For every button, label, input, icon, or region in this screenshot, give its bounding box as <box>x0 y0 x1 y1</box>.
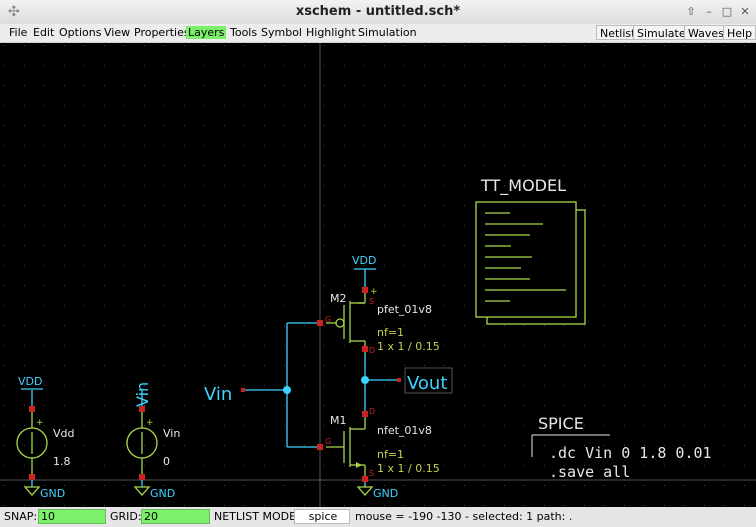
nmos-pin-d: D <box>369 407 375 416</box>
simulate-button[interactable]: Simulate <box>633 25 690 40</box>
title-bar: ✣ xschem - untitled.sch* ⇧ – □ ✕ <box>0 0 756 25</box>
menu-edit[interactable]: Edit <box>31 26 56 39</box>
status-bar: SNAP: 10 GRID: 20 NETLIST MODE: spice mo… <box>0 507 756 527</box>
nmos-dims: 1 x 1 / 0.15 <box>377 462 440 475</box>
svg-text:VDD: VDD <box>352 254 376 267</box>
status-info: mouse = -190 -130 - selected: 1 path: . <box>355 510 573 523</box>
vin-source-net: Vin <box>133 382 152 407</box>
nmos-nf: nf=1 <box>377 448 404 461</box>
menu-view[interactable]: View <box>102 26 132 39</box>
svg-text:GND: GND <box>150 487 175 500</box>
snap-input[interactable]: 10 <box>38 509 106 524</box>
nmos-pin-g: G <box>325 437 331 446</box>
vdd-net-label[interactable]: VDD <box>352 254 376 270</box>
vin-source-name: Vin <box>163 427 180 440</box>
menu-file[interactable]: File <box>7 26 29 39</box>
pmos-name: M2 <box>330 292 347 305</box>
pmos-pin-s: S <box>369 297 374 306</box>
svg-text:+: + <box>146 418 154 428</box>
menu-properties[interactable]: Properties <box>132 26 192 39</box>
junction-vout <box>361 376 369 384</box>
nmos-model: nfet_01v8 <box>377 424 432 437</box>
pmos-model: pfet_01v8 <box>377 303 432 316</box>
pmos-nf: nf=1 <box>377 326 404 339</box>
junction-vin <box>283 386 291 394</box>
netlist-mode-select[interactable]: spice <box>294 509 350 524</box>
svg-text:GND: GND <box>40 487 65 500</box>
menu-layers[interactable]: Layers <box>186 26 227 39</box>
vdd-source-net: VDD <box>18 375 42 388</box>
pmos-plus: + <box>370 287 378 297</box>
vdd-source-value: 1.8 <box>53 455 71 468</box>
grid-input[interactable]: 20 <box>141 509 210 524</box>
close-icon[interactable]: ✕ <box>738 5 752 19</box>
snap-label: SNAP: <box>4 510 38 523</box>
window-title: xschem - untitled.sch* <box>295 4 461 19</box>
spice-title: SPICE <box>538 414 584 433</box>
grid-label: GRID: <box>110 510 142 523</box>
svg-text:Vout: Vout <box>407 373 447 394</box>
spice-line-1: .dc Vin 0 1.8 0.01 <box>549 444 712 462</box>
menu-symbol[interactable]: Symbol <box>259 26 304 39</box>
schematic-canvas[interactable]: M2 pfet_01v8 nf=1 1 x 1 / 0.15 S G D + V… <box>0 43 756 507</box>
nmos-pin-s: S <box>369 469 374 478</box>
vin-source-value: 0 <box>163 455 170 468</box>
pmos-pin-g: G <box>325 315 331 324</box>
vdd-source-name: Vdd <box>53 427 75 440</box>
menu-tools[interactable]: Tools <box>228 26 259 39</box>
nmos-name: M1 <box>330 414 347 427</box>
menu-highlight[interactable]: Highlight <box>304 26 358 39</box>
pmos-pin-d: D <box>369 346 375 355</box>
waves-button[interactable]: Waves <box>684 25 728 40</box>
pmos-dims: 1 x 1 / 0.15 <box>377 340 440 353</box>
tt-model-title: TT_MODEL <box>480 176 566 196</box>
svg-text:Vin: Vin <box>204 384 232 405</box>
help-button[interactable]: Help <box>723 25 756 40</box>
maximize-icon[interactable]: □ <box>720 5 734 19</box>
menu-simulation[interactable]: Simulation <box>356 26 419 39</box>
menu-bar: File Edit Options View Properties Layers… <box>0 24 756 43</box>
roll-up-icon[interactable]: ⇧ <box>684 5 698 19</box>
svg-text:GND: GND <box>373 487 398 500</box>
menu-options[interactable]: Options <box>57 26 103 39</box>
minimize-icon[interactable]: – <box>702 5 716 19</box>
netlist-mode-label: NETLIST MODE: <box>214 510 300 523</box>
grid-dots <box>0 43 756 507</box>
svg-text:+: + <box>36 418 44 428</box>
spice-line-2: .save all <box>549 463 630 481</box>
